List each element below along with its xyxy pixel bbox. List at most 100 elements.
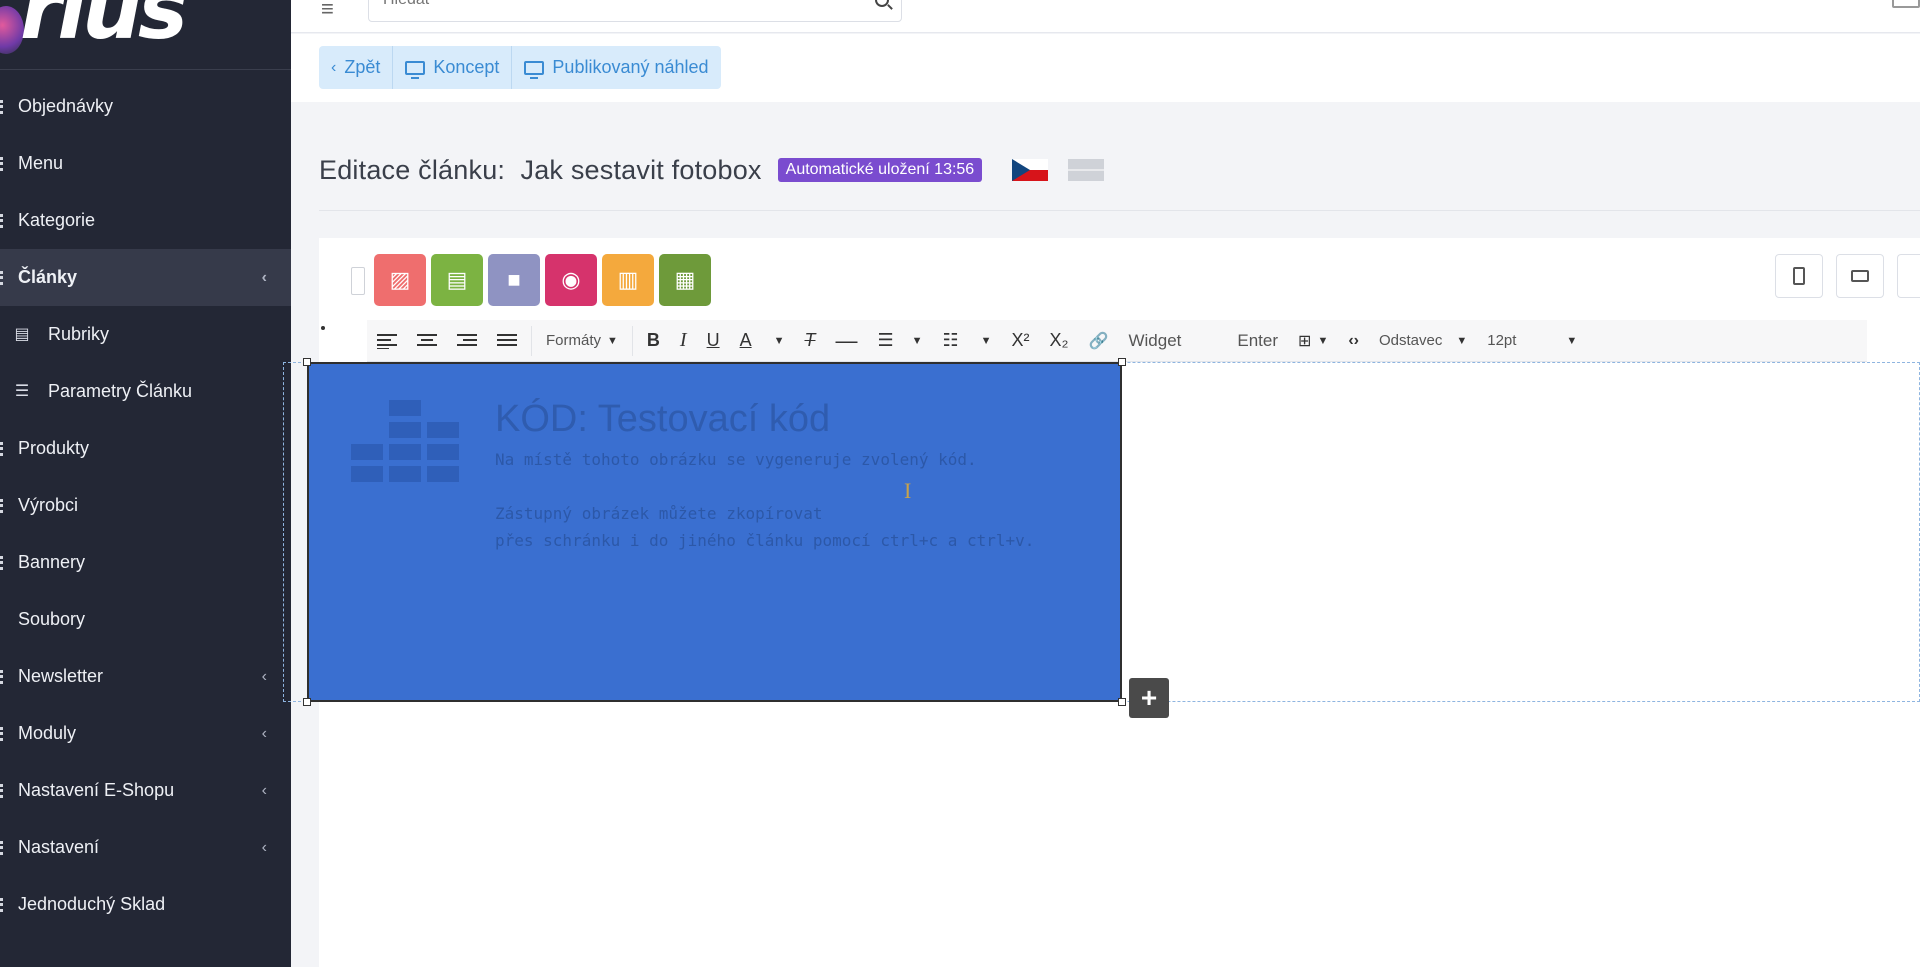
underline-button[interactable]: U — [697, 320, 730, 362]
mobile-view-button[interactable] — [1775, 254, 1823, 298]
sidebar-item-produkty[interactable]: Produkty — [0, 420, 291, 477]
sidebar-item-parametry-clanku[interactable]: ☰ Parametry Článku — [0, 363, 291, 420]
code-desc-line: Zástupný obrázek můžete zkopírovat — [495, 504, 823, 523]
newspaper-icon: ▤ — [14, 325, 30, 343]
sidebar-item-rubriky[interactable]: ▤ Rubriky — [0, 306, 291, 363]
sidebar-item-clanky[interactable]: Články ‹ — [0, 249, 291, 306]
bold-icon: B — [646, 330, 660, 350]
image-icon: ▨ — [389, 267, 411, 292]
link-icon: 🔗 — [1088, 332, 1109, 350]
sidebar-item-vyrobci[interactable]: Výrobci — [0, 477, 291, 534]
sidebar-item-label: Menu — [18, 153, 64, 173]
tablet-icon — [1851, 270, 1869, 282]
source-code-button[interactable]: ‹› — [1338, 320, 1369, 362]
clear-format-button[interactable]: T — [794, 320, 825, 362]
align-center-button[interactable] — [407, 320, 447, 362]
search-icon[interactable] — [875, 0, 889, 7]
topbar: ≡ — [291, 0, 1920, 33]
font-size-dropdown[interactable]: 12pt ▼ — [1477, 320, 1587, 362]
chart-widget-button[interactable]: ▥ — [602, 254, 654, 306]
editor-toolbar: Formáty ▼ B I U A ▼ T — ☰ ▼ ☷ ▼ X² X₂ 🔗 Widg… — [367, 320, 1867, 362]
sidebar-item-label: Nastavení — [18, 837, 100, 857]
bullet-icon — [0, 897, 4, 912]
sidebar-item-moduly[interactable]: Moduly ‹ — [0, 705, 291, 762]
sidebar-item-label: Články — [18, 267, 78, 287]
bullet-icon — [0, 726, 4, 741]
underline-icon: U — [706, 330, 720, 350]
resize-handle[interactable] — [303, 358, 311, 366]
justify-button[interactable] — [487, 320, 527, 362]
numbered-list-button[interactable]: ☷ ▼ — [933, 320, 1002, 362]
table-button[interactable]: ⊞ ▼ — [1288, 320, 1338, 362]
italic-button[interactable]: I — [670, 320, 697, 362]
sidebar-item-soubory[interactable]: Soubory — [0, 591, 291, 648]
image-widget-button[interactable]: ▨ — [374, 254, 426, 306]
file-widget-button[interactable]: ▤ — [431, 254, 483, 306]
align-right-button[interactable] — [447, 320, 487, 362]
search-box[interactable] — [368, 0, 902, 22]
editor-content[interactable]: KÓD: Testovací kód Na místě tohoto obráz… — [283, 326, 1920, 965]
superscript-button[interactable]: X² — [1002, 320, 1040, 362]
clear-format-icon: T — [804, 330, 816, 350]
sidebar-item-kategorie[interactable]: Kategorie — [0, 192, 291, 249]
select-checkbox[interactable] — [351, 267, 365, 295]
bold-button[interactable]: B — [637, 320, 670, 362]
sidebar-item-menu[interactable]: Menu — [0, 135, 291, 192]
add-block-button[interactable]: + — [1129, 678, 1169, 718]
formats-dropdown[interactable]: Formáty ▼ — [536, 320, 628, 362]
bullet-icon — [0, 669, 4, 684]
text-color-button[interactable]: A ▼ — [730, 320, 795, 362]
toolbar-handle-dot — [321, 326, 325, 330]
code-title: KÓD: Testovací kód — [495, 398, 831, 440]
subscript-button[interactable]: X₂ — [1040, 320, 1079, 362]
back-button[interactable]: ‹ Zpět — [319, 46, 394, 89]
horizontal-rule-button[interactable]: — — [825, 320, 867, 362]
page-title: Editace článku: Jak sestavit fotobox — [319, 155, 762, 186]
caret-down-icon: ▼ — [911, 334, 923, 347]
search-input[interactable] — [383, 0, 863, 9]
desktop-view-button[interactable] — [1897, 254, 1920, 298]
monitor-search-icon — [524, 60, 545, 79]
bullet-icon — [0, 498, 4, 513]
sidebar-item-bannery[interactable]: Bannery — [0, 534, 291, 591]
video-widget-button[interactable]: ■ — [488, 254, 540, 306]
tablet-view-button[interactable] — [1836, 254, 1884, 298]
align-center-icon — [417, 333, 437, 349]
chevron-left-icon: ‹ — [261, 781, 267, 799]
sidebar-item-jednoduchy-sklad[interactable]: Jednoduchý Sklad — [0, 876, 291, 933]
czech-flag-icon[interactable] — [1012, 159, 1049, 181]
paragraph-label: Odstavec — [1378, 332, 1443, 349]
align-right-icon — [457, 333, 477, 349]
enter-button[interactable]: Enter — [1227, 320, 1288, 362]
code-widget-button[interactable]: ▦ — [659, 254, 711, 306]
code-placeholder-image[interactable]: KÓD: Testovací kód Na místě tohoto obráz… — [307, 362, 1122, 702]
published-preview-button[interactable]: Publikovaný náhled — [512, 46, 720, 89]
gallery-widget-button[interactable]: ◉ — [545, 254, 597, 306]
bullet-list-button[interactable]: ☰ ▼ — [867, 320, 932, 362]
resize-handle[interactable] — [303, 698, 311, 706]
sidebar-item-nastaveni-e-shopu[interactable]: Nastavení E-Shopu ‹ — [0, 762, 291, 819]
monitor-icon[interactable] — [1892, 0, 1920, 8]
sidebar-item-newsletter[interactable]: Newsletter ‹ — [0, 648, 291, 705]
link-button[interactable]: 🔗 — [1079, 320, 1119, 362]
hamburger-icon[interactable]: ≡ — [321, 0, 334, 22]
code-block-icon: ▦ — [674, 267, 696, 292]
secondary-language-flag-icon[interactable] — [1068, 159, 1105, 181]
bullet-icon — [0, 270, 4, 285]
sidebar-item-label: Rubriky — [48, 324, 110, 344]
toolbar-separator — [631, 325, 633, 356]
widget-button[interactable]: Widget — [1118, 320, 1191, 362]
justify-icon — [497, 333, 517, 349]
sidebar-item-label: Nastavení E-Shopu — [18, 780, 175, 800]
editor-panel: ▨ ▤ ■ ◉ ▥ ▦ Formáty ▼ B I U A ▼ T — ☰ ▼ ☷ ▼ X² X₂… — [283, 238, 1920, 967]
paragraph-dropdown[interactable]: Odstavec ▼ — [1369, 320, 1477, 362]
sidebar-item-objednavky[interactable]: Objednávky — [0, 78, 291, 135]
article-title: Jak sestavit fotobox — [520, 154, 762, 185]
resize-handle[interactable] — [1118, 698, 1126, 706]
draft-button[interactable]: Koncept — [393, 46, 513, 89]
resize-handle[interactable] — [1118, 358, 1126, 366]
code-desc-line: Na místě tohoto obrázku se vygeneruje zv… — [495, 450, 977, 469]
align-left-button[interactable] — [367, 320, 407, 362]
sidebar-nav: Objednávky Menu Kategorie Články ‹ ▤ Rubriky ☰ P… — [0, 78, 291, 933]
sidebar-item-nastaveni[interactable]: Nastavení ‹ — [0, 819, 291, 876]
